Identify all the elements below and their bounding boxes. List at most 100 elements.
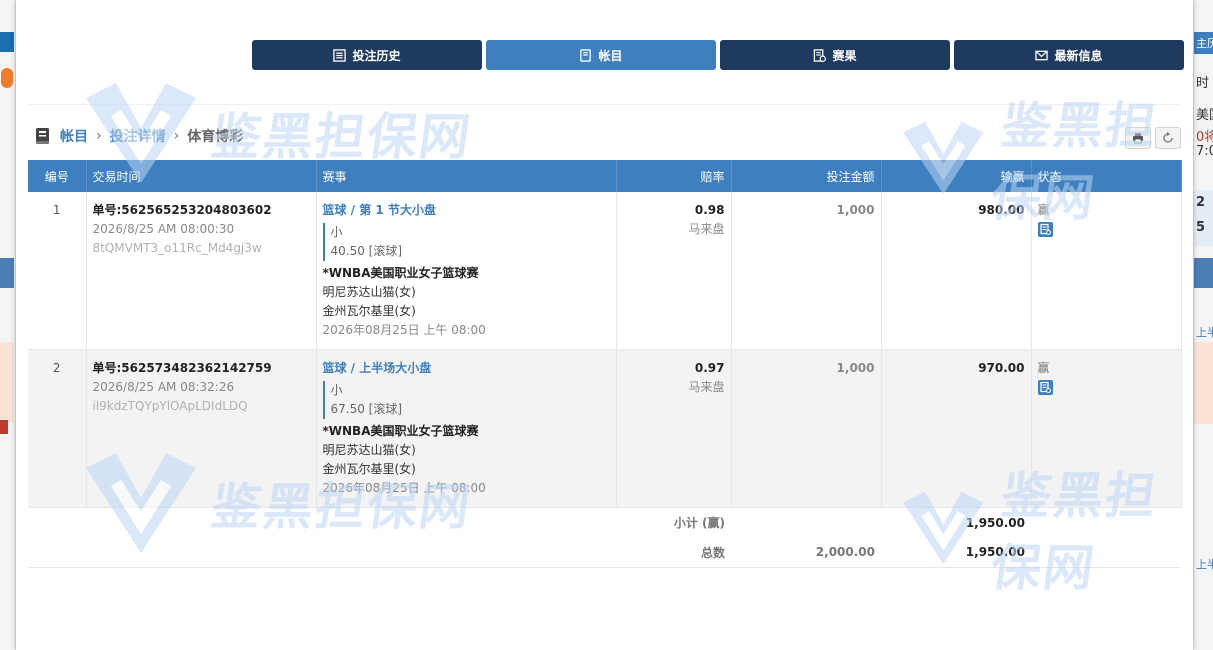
- row-odds-cell: 0.97 马来盘: [616, 349, 732, 508]
- odds-type: 马来盘: [688, 380, 725, 394]
- table-row: 1 单号:562565253204803602 2026/8/25 AM 08:…: [28, 192, 1182, 350]
- print-button[interactable]: [1125, 127, 1151, 149]
- selection-block: 小 40.50 [滚球]: [322, 223, 610, 261]
- bg-text: 主历: [1196, 37, 1213, 50]
- table-row: 2 单号:562573482362142759 2026/8/25 AM 08:…: [28, 349, 1182, 508]
- bg-text: 美国: [1196, 108, 1213, 123]
- col-time-header: 交易时间: [86, 160, 317, 192]
- market-name: 篮球 / 上半场大小盘: [322, 361, 432, 375]
- background-highlight: [0, 342, 14, 422]
- mail-icon: [1035, 50, 1049, 60]
- status-text: 赢: [1037, 361, 1050, 375]
- total-winloss: 1,950.00: [881, 537, 1031, 568]
- bg-text: 上半: [1196, 558, 1213, 571]
- background-bar: [0, 258, 14, 288]
- receipt-icon[interactable]: [1037, 380, 1053, 395]
- bg-text: 0将: [1196, 130, 1213, 145]
- play-icon: [0, 420, 8, 434]
- transaction-time: 2026/8/25 AM 08:00:30: [92, 222, 235, 236]
- status-text: 赢: [1037, 203, 1050, 217]
- transaction-code: il9kdzTQYpYlOApLDIdLDQ: [92, 399, 248, 413]
- away-team: 金州瓦尔基里(女): [322, 462, 416, 476]
- row-num: 2: [28, 349, 87, 508]
- nav-bet-history-label: 投注历史: [352, 48, 401, 63]
- ball-icon: [1, 68, 13, 88]
- league-name: *WNBA美国职业女子篮球赛: [322, 266, 479, 280]
- row-time-cell: 单号:562573482362142759 2026/8/25 AM 08:32…: [86, 349, 317, 508]
- breadcrumb-current: 体育博彩: [187, 129, 244, 145]
- odds-value: 0.97: [694, 361, 725, 375]
- subtotal-winloss: 1,950.00: [965, 515, 1025, 530]
- background-right-strip: 主历 时 美国 0将 7:00 2 5 上半 上半: [1193, 0, 1213, 650]
- transaction-time: 2026/8/25 AM 08:32:26: [92, 380, 235, 394]
- chevron-right-icon: ›: [173, 128, 180, 144]
- col-status-header: 状态: [1031, 160, 1182, 192]
- col-num-header: 编号: [28, 160, 87, 192]
- breadcrumb-detail-link[interactable]: 投注详情: [110, 126, 166, 146]
- table-header-row: 编号 交易时间 赛事 赔率 投注金额 输赢 状态: [28, 160, 1182, 192]
- total-label: 总数: [616, 537, 731, 568]
- market-name: 篮球 / 第 1 节大小盘: [322, 203, 436, 217]
- toolbar: [1125, 127, 1181, 149]
- breadcrumb: 帐目 › 投注详情 › 体育博彩: [34, 126, 243, 146]
- bg-text: 5: [1196, 220, 1206, 235]
- match-time: 2026年08月25日 上午 08:00: [322, 481, 486, 495]
- print-icon: [1133, 133, 1143, 144]
- list-icon: [333, 48, 347, 62]
- nav-news-button[interactable]: 最新信息: [954, 40, 1184, 70]
- transaction-code: 8tQMVMT3_o11Rc_Md4gj3w: [92, 241, 262, 255]
- breadcrumb-account-link[interactable]: 帐目: [60, 126, 88, 146]
- nav-results-button[interactable]: 赛果: [720, 40, 950, 70]
- nav-account-button[interactable]: 帐目: [486, 40, 716, 70]
- row-status-cell: 赢: [1031, 192, 1182, 350]
- nav-results-label: 赛果: [832, 48, 857, 63]
- total-row: 总数 2,000.00 1,950.00: [28, 537, 1181, 568]
- subtotal-row: 小计 (赢) 1,950.00: [28, 508, 1181, 538]
- nav-account-label: 帐目: [598, 48, 623, 63]
- row-winloss: 980.00: [881, 192, 1032, 350]
- row-time-cell: 单号:562565253204803602 2026/8/25 AM 08:00…: [86, 192, 317, 350]
- row-status-cell: 赢: [1031, 349, 1182, 508]
- bg-text: 7:00: [1196, 144, 1213, 159]
- home-team: 明尼苏达山猫(女): [322, 285, 416, 299]
- refresh-button[interactable]: [1155, 127, 1181, 149]
- nav-bet-history-button[interactable]: 投注历史: [252, 40, 482, 70]
- row-event-cell: 篮球 / 上半场大小盘 小 67.50 [滚球] *WNBA美国职业女子篮球赛 …: [316, 349, 617, 508]
- bet-detail-modal: 投注历史 帐目 赛果 最新信息 帐目 › 投注详情 › 体育博彩 编号 交易时间…: [16, 0, 1193, 650]
- league-name: *WNBA美国职业女子篮球赛: [322, 424, 479, 438]
- refresh-icon: [1163, 132, 1173, 143]
- match-time: 2026年08月25日 上午 08:00: [322, 323, 486, 337]
- divider: [28, 104, 1181, 105]
- selection-line: 40.50 [滚球]: [330, 244, 403, 258]
- search-icon: [0, 32, 14, 52]
- bg-text: 2: [1196, 195, 1206, 210]
- book-icon: [580, 48, 592, 62]
- background-left-strip: [0, 0, 16, 650]
- odds-value: 0.98: [694, 203, 725, 217]
- ticket-number: 单号:562565253204803602: [92, 203, 272, 217]
- away-team: 金州瓦尔基里(女): [322, 304, 416, 318]
- chevron-right-icon: ›: [96, 128, 102, 144]
- col-event-header: 赛事: [316, 160, 617, 192]
- col-stake-header: 投注金额: [731, 160, 882, 192]
- nav-news-label: 最新信息: [1054, 48, 1103, 63]
- bg-text: 时: [1196, 76, 1210, 91]
- selection-line: 67.50 [滚球]: [330, 402, 403, 416]
- home-team: 明尼苏达山猫(女): [322, 443, 416, 457]
- row-event-cell: 篮球 / 第 1 节大小盘 小 40.50 [滚球] *WNBA美国职业女子篮球…: [316, 192, 617, 350]
- top-nav: 投注历史 帐目 赛果 最新信息: [252, 40, 1184, 70]
- ticket-number: 单号:562573482362142759: [92, 361, 272, 375]
- watermark-text: 鉴黑担保网: [207, 108, 476, 166]
- receipt-icon[interactable]: [1037, 222, 1053, 237]
- selection: 小: [330, 225, 343, 239]
- bg-text: 上半: [1196, 326, 1213, 339]
- total-stake: 2,000.00: [731, 537, 881, 568]
- ledger-icon: [36, 128, 49, 144]
- results-icon: [814, 48, 827, 62]
- col-winloss-header: 输赢: [881, 160, 1032, 192]
- selection: 小: [330, 383, 343, 397]
- row-odds-cell: 0.98 马来盘: [616, 192, 732, 350]
- row-num: 1: [28, 192, 87, 350]
- row-winloss: 970.00: [881, 349, 1032, 508]
- row-stake: 1,000: [731, 192, 882, 350]
